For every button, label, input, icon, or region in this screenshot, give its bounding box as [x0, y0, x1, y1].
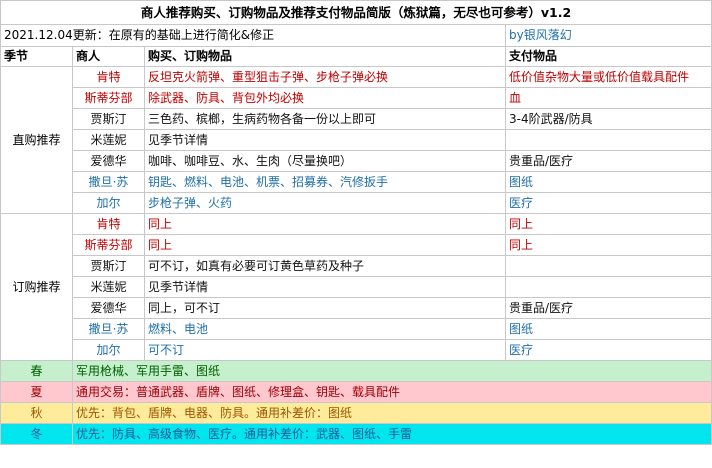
payment-items: 贵重品/医疗: [504, 150, 712, 172]
payment-items: 同上: [504, 234, 712, 256]
season-row: 冬优先：防具、高级食物、医疗。通用补差价：武器、图纸、手雷: [0, 423, 712, 445]
payment-items: 3-4阶武器/防具: [504, 108, 712, 130]
payment-items: 医疗: [504, 192, 712, 214]
buy-items: 见季节详情: [144, 276, 506, 298]
merchant-name: 肯特: [72, 66, 145, 88]
buy-items: 钥匙、燃料、电池、机票、招募券、汽修扳手: [144, 171, 506, 193]
merchant-name: 贾斯汀: [72, 255, 145, 277]
table-row: 斯蒂芬部 同上 同上: [1, 234, 712, 256]
table-row: 贾斯汀 三色药、槟榔，生病药物各备一份以上即可 3-4阶武器/防具: [1, 108, 712, 130]
group-label: 订购推荐: [0, 213, 73, 361]
header-payment: 支付物品: [504, 46, 712, 67]
merchant-name: 贾斯汀: [72, 108, 145, 130]
merchant-table: 商人推荐购买、订购物品及推荐支付物品简版（炼狱篇，无尽也可参考）v1.2 202…: [0, 0, 712, 445]
season-name: 春: [0, 360, 73, 382]
payment-items: 血: [504, 87, 712, 109]
payment-items: 图纸: [504, 318, 712, 340]
merchant-name: 肯特: [72, 213, 145, 235]
merchant-name: 加尔: [72, 192, 145, 214]
buy-items: 三色药、槟榔，生病药物各备一份以上即可: [144, 108, 506, 130]
table-row: 加尔 步枪子弹、火药 医疗: [1, 192, 712, 214]
table-row: 米莲妮 见季节详情: [1, 129, 712, 151]
buy-items: 见季节详情: [144, 129, 506, 151]
merchant-name: 撒旦·苏: [72, 318, 145, 340]
header-season: 季节: [0, 46, 73, 67]
payment-items: 贵重品/医疗: [504, 297, 712, 319]
table-row: 直购推荐 肯特 反坦克火箭弹、重型狙击子弹、步枪子弹必换 低价值杂物大量或低价值载具配…: [0, 66, 712, 214]
table-row: 米莲妮 见季节详情: [1, 276, 712, 298]
season-detail: 军用枪械、军用手雷、图纸: [71, 360, 712, 382]
season-detail: 优先：防具、高级食物、医疗。通用补差价：武器、图纸、手雷: [71, 423, 712, 445]
payment-items: 同上: [504, 213, 712, 235]
buy-items: 除武器、防具、背包外均必换: [144, 87, 506, 109]
payment-items: [504, 276, 712, 298]
merchant-name: 爱德华: [72, 150, 145, 172]
payment-items: 医疗: [504, 339, 712, 361]
buy-items: 可不订，如真有必要可订黄色草药及种子: [144, 255, 506, 277]
table-row: 爱德华 咖啡、咖啡豆、水、生肉（尽量换吧） 贵重品/医疗: [1, 150, 712, 172]
merchant-name: 斯蒂芬部: [72, 234, 145, 256]
table-row: 订购推荐 肯特 同上 同上: [0, 213, 712, 361]
buy-items: 步枪子弹、火药: [144, 192, 506, 214]
merchant-name: 斯蒂芬部: [72, 87, 145, 109]
merchant-name: 加尔: [72, 339, 145, 361]
payment-items: 低价值杂物大量或低价值载具配件: [504, 66, 712, 88]
buy-items: 同上，可不订: [144, 297, 506, 319]
payment-items: 图纸: [504, 171, 712, 193]
table-row: 斯蒂芬部 除武器、防具、背包外均必换血: [1, 87, 712, 109]
group-label: 直购推荐: [0, 66, 73, 214]
page-title: 商人推荐购买、订购物品及推荐支付物品简版（炼狱篇，无尽也可参考）v1.2: [0, 0, 712, 25]
buy-items: 同上: [144, 213, 506, 235]
season-detail: 优先：背包、盾牌、电器、防具。通用补差价：图纸: [71, 402, 712, 424]
header-merchant: 商人: [72, 46, 145, 67]
buy-items: 咖啡、咖啡豆、水、生肉（尽量换吧）: [144, 150, 506, 172]
table-row: 爱德华 同上，可不订 贵重品/医疗: [1, 297, 712, 319]
merchant-name: 米莲妮: [72, 276, 145, 298]
table-row: 撒旦·苏 钥匙、燃料、电池、机票、招募券、汽修扳手 图纸: [1, 171, 712, 193]
table-row: 贾斯汀 可不订，如真有必要可订黄色草药及种子: [1, 255, 712, 277]
season-row: 春军用枪械、军用手雷、图纸: [0, 360, 712, 382]
payment-items: [504, 129, 712, 151]
author-credit: by银风落幻: [504, 24, 712, 47]
payment-items: [504, 255, 712, 277]
header-items: 购买、订购物品: [144, 46, 506, 67]
subtitle-row: 2021.12.04更新：在原有的基础上进行简化&修正 by银风落幻: [0, 24, 712, 47]
merchant-name: 米莲妮: [72, 129, 145, 151]
season-row: 夏通用交易：普通武器、盾牌、图纸、修理盒、钥匙、载具配件: [0, 381, 712, 403]
merchant-name: 爱德华: [72, 297, 145, 319]
buy-items: 可不订: [144, 339, 506, 361]
title-row: 商人推荐购买、订购物品及推荐支付物品简版（炼狱篇，无尽也可参考）v1.2: [0, 0, 712, 25]
update-note: 2021.12.04更新：在原有的基础上进行简化&修正: [0, 24, 506, 47]
season-row: 秋优先：背包、盾牌、电器、防具。通用补差价：图纸: [0, 402, 712, 424]
season-name: 秋: [0, 402, 73, 424]
table-row: 加尔 可不订 医疗: [1, 339, 712, 361]
buy-items: 燃料、电池: [144, 318, 506, 340]
season-name: 冬: [0, 423, 73, 445]
buy-items: 反坦克火箭弹、重型狙击子弹、步枪子弹必换: [144, 66, 506, 88]
season-detail: 通用交易：普通武器、盾牌、图纸、修理盒、钥匙、载具配件: [71, 381, 712, 403]
table-row: 撒旦·苏 燃料、电池 图纸: [1, 318, 712, 340]
season-name: 夏: [0, 381, 73, 403]
merchant-name: 撒旦·苏: [72, 171, 145, 193]
buy-items: 同上: [144, 234, 506, 256]
header-row: 季节 商人 购买、订购物品 支付物品: [0, 46, 712, 67]
